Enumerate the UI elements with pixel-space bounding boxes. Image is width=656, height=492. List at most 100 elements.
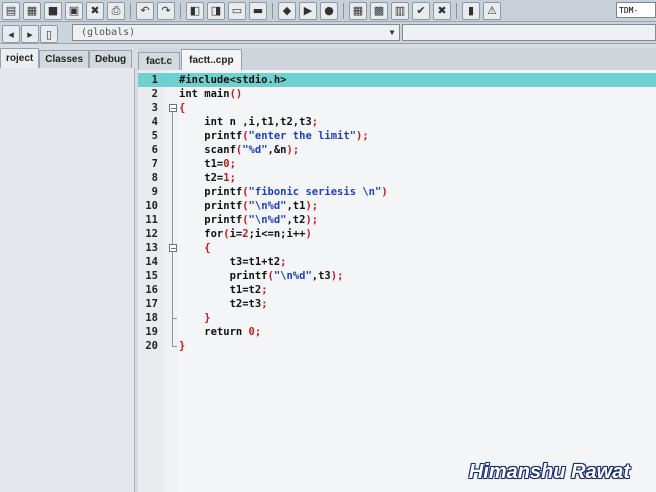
line-number: 6 <box>151 144 158 156</box>
code-token: () <box>229 88 243 100</box>
code-token: } <box>179 312 211 324</box>
alert-icon[interactable]: ⚠ <box>483 1 501 20</box>
code-text: printf("enter the limit"); <box>179 129 368 143</box>
code-line[interactable]: 11 printf("\n%d",t2); <box>138 213 656 227</box>
toolbar-separator <box>180 2 181 19</box>
line-number: 19 <box>145 326 158 338</box>
open-icon[interactable]: ▦ <box>23 1 41 20</box>
code-line[interactable]: 17 t2=t3; <box>138 297 656 311</box>
fold-toggle-icon[interactable]: − <box>169 104 177 113</box>
close-file-icon[interactable]: ✖ <box>86 1 104 20</box>
code-line[interactable]: 6 scanf("%d",&n); <box>138 143 656 157</box>
code-line[interactable]: 15 printf("\n%d",t3); <box>138 269 656 283</box>
code-text: t1=t2; <box>179 283 268 297</box>
forward-icon[interactable]: ▸ <box>21 25 39 43</box>
grid-icon[interactable]: ▦ <box>349 1 367 20</box>
code-line[interactable]: 18 } <box>138 311 656 325</box>
code-token: for <box>179 228 224 240</box>
code-token: ; <box>261 298 268 310</box>
code-token: ) <box>305 228 312 240</box>
run-icon[interactable]: ▶ <box>299 1 317 20</box>
code-text: int n ,i,t1,t2,t3; <box>179 115 318 129</box>
line-number: 13 <box>145 242 158 254</box>
toolbar-separator <box>343 2 344 19</box>
code-line[interactable]: 14 t3=t1+t2; <box>138 255 656 269</box>
code-token: ; <box>311 116 319 128</box>
class-icon[interactable]: ▩ <box>370 1 388 20</box>
code-line[interactable]: 13 { <box>138 241 656 255</box>
tab-debug[interactable]: Debug <box>89 50 133 68</box>
compiler-select[interactable]: TDM- <box>616 2 656 18</box>
code-token: "%d" <box>242 144 268 156</box>
code-line[interactable]: 9 printf("fibonic seriesis \n") <box>138 185 656 199</box>
code-text: } <box>179 339 185 353</box>
code-line[interactable]: 3{ <box>138 101 656 115</box>
line-number: 12 <box>145 228 158 240</box>
code-token: "\n%d" <box>248 214 287 226</box>
undo-icon[interactable]: ↶ <box>136 1 154 20</box>
class-browser-toolbar: ◂ ▸ ▯ (globals) ▼ <box>0 22 656 44</box>
debug-icon[interactable]: ● <box>320 1 338 20</box>
code-token: printf <box>179 270 268 282</box>
line-number: 8 <box>151 172 158 184</box>
line-number: 20 <box>145 340 158 352</box>
goto-icon[interactable]: ▭ <box>228 1 246 20</box>
toolbar-separator <box>456 2 457 19</box>
bookmark-icon[interactable]: ▬ <box>249 1 267 20</box>
code-token: printf <box>179 200 243 212</box>
code-token: ,&n <box>267 144 287 156</box>
check-icon[interactable]: ✔ <box>412 1 430 20</box>
code-line[interactable]: 1 #include<stdio.h> <box>138 73 656 87</box>
compile-icon[interactable]: ◆ <box>278 1 296 20</box>
code-token: ,t2 <box>286 214 306 226</box>
line-number: 3 <box>151 102 158 114</box>
line-number: 7 <box>151 158 158 170</box>
code-text: int main() <box>179 87 242 101</box>
function-select[interactable] <box>402 24 656 41</box>
code-text: t2=1; <box>179 171 236 185</box>
save-icon[interactable]: ■ <box>44 1 62 20</box>
code-token: t1= <box>179 158 224 170</box>
line-number: 5 <box>151 130 158 142</box>
code-token: ,t3 <box>311 270 331 282</box>
code-line[interactable]: 8 t2=1; <box>138 171 656 185</box>
class-members-icon[interactable]: ▯ <box>40 25 58 43</box>
tab-fact-c[interactable]: fact.c <box>138 52 181 70</box>
code-token: int main <box>179 88 230 100</box>
print-icon[interactable]: ⎙ <box>107 1 125 20</box>
replace-icon[interactable]: ◨ <box>207 1 225 20</box>
code-line[interactable]: 12 for(i=2;i<=n;i++) <box>138 227 656 241</box>
chevron-down-icon[interactable]: ▼ <box>386 26 398 39</box>
code-line[interactable]: 20} <box>138 339 656 353</box>
options-icon[interactable]: ▥ <box>391 1 409 20</box>
code-editor[interactable]: 1 #include<stdio.h> 2 int main() 3{4 int n ,… <box>138 70 656 492</box>
code-token: int n ,i,t1,t2,t3 <box>179 116 312 128</box>
fold-toggle-icon[interactable]: − <box>169 244 177 253</box>
code-text: { <box>179 241 210 255</box>
code-line[interactable]: 7 t1=0; <box>138 157 656 171</box>
code-token: printf <box>179 214 243 226</box>
tab-project[interactable]: roject <box>0 48 40 68</box>
code-token: i= <box>229 228 243 240</box>
code-text: printf("\n%d",t3); <box>179 269 344 283</box>
chart-icon[interactable]: ▮ <box>462 1 480 20</box>
code-line[interactable]: 4 int n ,i,t1,t2,t3; <box>138 115 656 129</box>
code-line[interactable]: 5 printf("enter the limit"); <box>138 129 656 143</box>
code-token: ); <box>330 270 344 282</box>
tab-factt-cpp[interactable]: factt..cpp <box>181 49 242 70</box>
find-icon[interactable]: ◧ <box>186 1 204 20</box>
redo-icon[interactable]: ↷ <box>157 1 175 20</box>
new-file-icon[interactable]: ▤ <box>2 1 20 20</box>
scope-select[interactable]: (globals) ▼ <box>72 24 400 41</box>
code-line[interactable]: 10 printf("\n%d",t1); <box>138 199 656 213</box>
tab-classes[interactable]: Classes <box>39 50 90 68</box>
fold-end-marker <box>172 318 177 319</box>
code-line[interactable]: 19 return 0; <box>138 325 656 339</box>
code-line[interactable]: 2 int main() <box>138 87 656 101</box>
back-icon[interactable]: ◂ <box>2 25 20 43</box>
project-browser-pane[interactable] <box>0 68 135 492</box>
stop-icon[interactable]: ✖ <box>433 1 451 20</box>
code-token: } <box>179 340 186 352</box>
code-line[interactable]: 16 t1=t2; <box>138 283 656 297</box>
save-all-icon[interactable]: ▣ <box>65 1 83 20</box>
